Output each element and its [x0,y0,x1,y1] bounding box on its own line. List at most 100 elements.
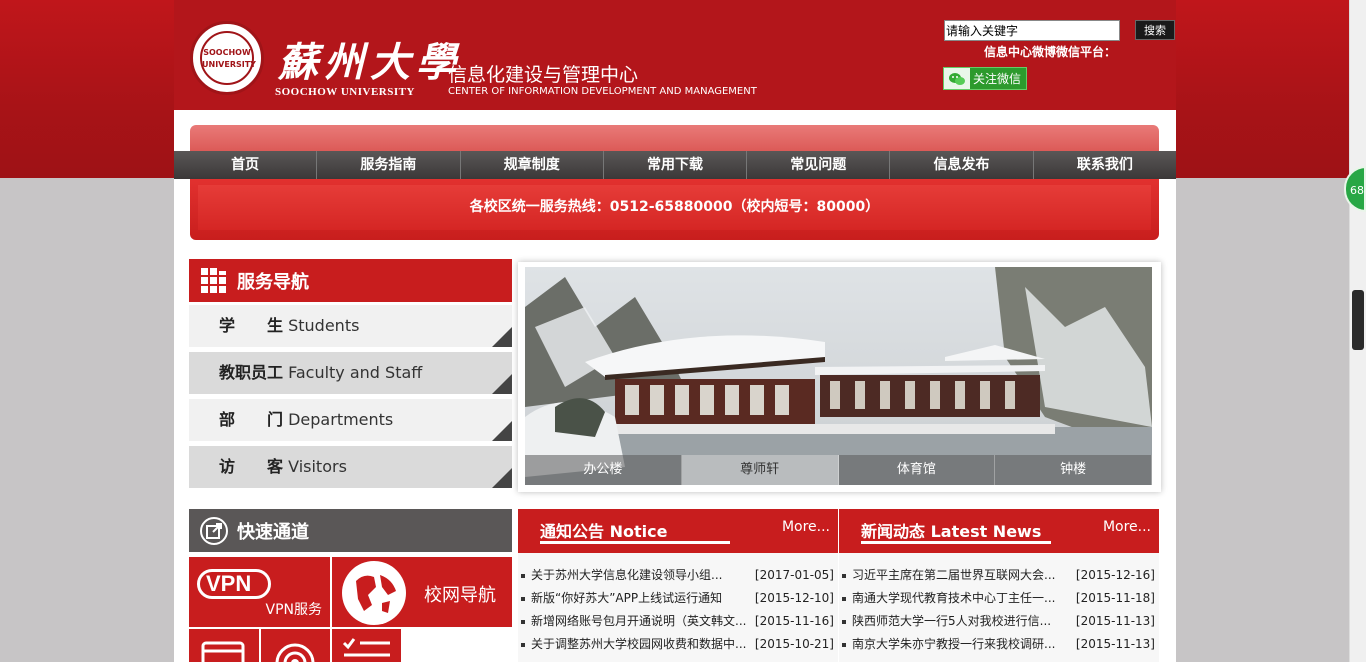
news-header: 新闻动态 Latest News More... [839,509,1159,553]
news-item-date: [2015-12-16] [1075,568,1155,582]
grid-icon [199,266,229,296]
hotline-text: 各校区统一服务热线：0512-65880000（校内短号：80000） [198,185,1151,230]
main-nav: 首页 服务指南 规章制度 常用下载 常见问题 信息发布 联系我们 [174,151,1176,179]
service-item-en: Visitors [288,457,347,476]
notice-item-title[interactable]: 新版“你好苏大”APP上线试运行通知 [531,587,722,610]
search-button[interactable]: 搜索 [1135,20,1175,40]
nav-downloads[interactable]: 常用下载 [604,151,748,179]
service-item-cn: 学 生 [219,316,284,335]
list-item: 陕西师范大学一行5人对我校进行信... [2015-11-13] [839,610,1159,633]
news-title: 新闻动态 Latest News [861,522,1042,541]
seal-text: SOOCHOW UNIVERSITY [200,31,256,85]
list-item: 新版“你好苏大”APP上线试运行通知 [2015-12-10] [518,587,838,610]
center-name-en: CENTER OF INFORMATION DEVELOPMENT AND MA… [448,86,757,97]
notice-item-date: [2017-01-05] [754,568,834,582]
quick-tile-checklist[interactable] [332,629,401,662]
notice-item-date: [2015-11-16] [754,614,834,628]
slider-tabs: 办公楼 尊师轩 体育馆 钟楼 [525,455,1152,485]
notice-title: 通知公告 Notice [540,522,668,541]
news-item-title[interactable]: 习近平主席在第二届世界互联网大会... [852,564,1055,587]
banner-top-strip [190,125,1159,153]
nav-home[interactable]: 首页 [174,151,318,179]
university-seal-logo[interactable]: SOOCHOW UNIVERSITY [190,21,264,95]
list-item: 关于调整苏州大学校园网收费和数据中... [2015-10-21] [518,633,838,656]
window-icon [201,641,245,662]
notice-header: 通知公告 Notice More... [518,509,838,553]
corner-arrow-icon [492,421,512,441]
quick-access-title: 快速通道 [237,521,309,543]
notice-item-title[interactable]: 关于苏州大学信息化建设领导小组... [531,564,722,587]
globe-icon [342,561,406,625]
notice-title-underline [540,541,730,544]
notice-panel: 通知公告 Notice More... 关于苏州大学信息化建设领导小组... [2… [518,509,838,662]
nav-regulations[interactable]: 规章制度 [461,151,604,179]
slide-tab-clock-tower[interactable]: 钟楼 [995,455,1152,485]
wechat-platform-label: 信息中心微博微信平台： [984,45,1117,59]
image-slider: 办公楼 尊师轩 体育馆 钟楼 [518,262,1161,492]
notice-more-link[interactable]: More... [782,519,830,535]
vpn-service-label: VPN服务 [265,602,323,618]
news-more-link[interactable]: More... [1103,519,1151,535]
nav-info-release[interactable]: 信息发布 [890,151,1034,179]
quick-access-header: 快速通道 [189,509,512,552]
news-item-title[interactable]: 南通大学现代教育技术中心丁主任一... [852,587,1055,610]
news-item-date: [2015-11-13] [1075,637,1155,651]
quick-tile-signal[interactable] [261,629,330,662]
service-item-en: Students [288,316,360,335]
wechat-icon [944,68,970,89]
service-item-cn: 部 门 [219,410,284,429]
service-nav-title: 服务导航 [237,271,309,293]
slide-image-snowy-pavilion[interactable] [525,267,1152,485]
service-item-cn: 访 客 [219,457,284,476]
service-item-cn: 教职员工 [219,363,284,382]
nav-service-guide[interactable]: 服务指南 [317,151,461,179]
campus-nav-label: 校网导航 [424,585,496,606]
center-name-cn: 信息化建设与管理中心 [448,64,639,86]
nav-contact[interactable]: 联系我们 [1034,151,1176,179]
notice-item-date: [2015-12-10] [754,591,834,605]
page-scrollbar[interactable] [1349,0,1366,662]
notice-item-title[interactable]: 关于调整苏州大学校园网收费和数据中... [531,633,746,656]
slide-tab-office[interactable]: 办公楼 [525,455,682,485]
follow-wechat-button[interactable]: 关注微信 [943,67,1027,90]
list-item: 南京大学朱亦宁教授一行来我校调研... [2015-11-13] [839,633,1159,656]
news-item-date: [2015-11-13] [1075,614,1155,628]
university-name-cn: 蘇州大學 [278,39,462,86]
external-link-icon [199,516,229,546]
vpn-service-tile[interactable]: VPN VPN服务 [189,557,330,627]
header: SOOCHOW UNIVERSITY 蘇州大學 SOOCHOW UNIVERSI… [174,0,1176,110]
notice-item-date: [2015-10-21] [754,637,834,651]
campus-nav-tile[interactable]: 校网导航 [332,557,512,627]
list-item: 新增网络账号包月开通说明（英文韩文... [2015-11-16] [518,610,838,633]
news-item-title[interactable]: 陕西师范大学一行5人对我校进行信... [852,610,1051,633]
signal-icon [275,643,315,662]
slide-tab-gym[interactable]: 体育馆 [838,455,996,485]
list-item: 习近平主席在第二届世界互联网大会... [2015-12-16] [839,564,1159,587]
service-item-faculty[interactable]: 教职员工 Faculty and Staff [189,352,512,394]
notice-list: 关于苏州大学信息化建设领导小组... [2017-01-05] 新版“你好苏大”A… [518,553,838,662]
news-panel: 新闻动态 Latest News More... 习近平主席在第二届世界互联网大… [839,509,1159,662]
list-item: 南通大学现代教育技术中心丁主任一... [2015-11-18] [839,587,1159,610]
news-title-underline [861,541,1051,544]
corner-arrow-icon [492,327,512,347]
scrollbar-thumb[interactable] [1352,290,1364,350]
hotline-banner: 各校区统一服务热线：0512-65880000（校内短号：80000） [190,179,1159,240]
service-item-en: Faculty and Staff [288,363,423,382]
checklist-icon [342,638,390,657]
notice-item-title[interactable]: 新增网络账号包月开通说明（英文韩文... [531,610,746,633]
news-item-date: [2015-11-18] [1075,591,1155,605]
nav-faq[interactable]: 常见问题 [747,151,891,179]
page-container: SOOCHOW UNIVERSITY 蘇州大學 SOOCHOW UNIVERSI… [174,0,1176,662]
service-item-visitors[interactable]: 访 客 Visitors [189,446,512,488]
follow-wechat-label: 关注微信 [973,72,1022,86]
service-item-students[interactable]: 学 生 Students [189,305,512,347]
slide-tab-zunshixuan[interactable]: 尊师轩 [681,455,839,485]
service-item-en: Departments [288,410,394,429]
news-item-title[interactable]: 南京大学朱亦宁教授一行来我校调研... [852,633,1055,656]
corner-arrow-icon [492,374,512,394]
quick-tile-window[interactable] [189,629,259,662]
search-input[interactable] [944,20,1120,41]
corner-arrow-icon [492,468,512,488]
service-item-departments[interactable]: 部 门 Departments [189,399,512,441]
vpn-logo: VPN [197,569,271,599]
